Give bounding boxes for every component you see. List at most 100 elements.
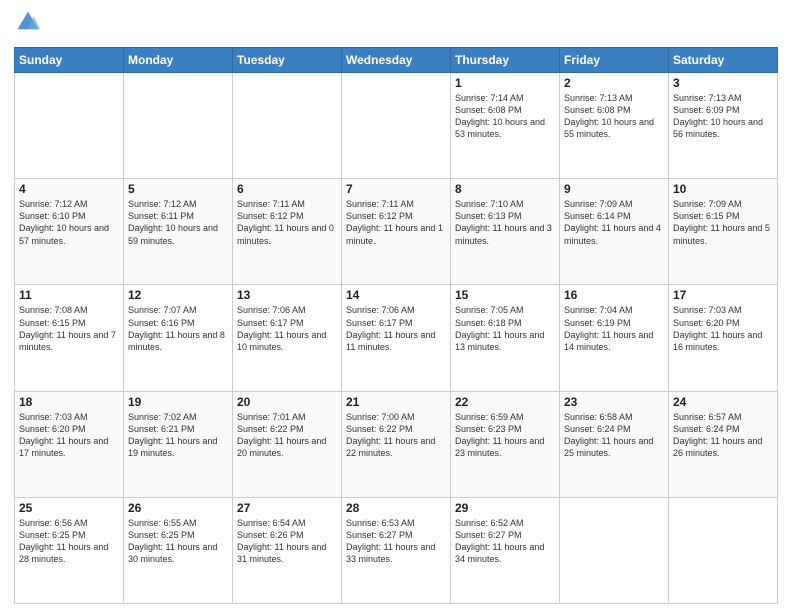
- calendar-cell: 26Sunrise: 6:55 AM Sunset: 6:25 PM Dayli…: [124, 497, 233, 603]
- calendar-cell: 3 Sunrise: 7:13 AM Sunset: 6:09 PM Daylig…: [669, 73, 778, 179]
- logo-icon: [16, 10, 40, 34]
- calendar-cell: 10 Sunrise: 7:09 AM Sunset: 6:15 PM Dayli…: [669, 179, 778, 285]
- calendar-cell: 16 Sunrise: 7:04 AM Sunset: 6:19 PM Dayli…: [560, 285, 669, 391]
- day-number: 24: [673, 395, 773, 409]
- weekday-header-sunday: Sunday: [15, 48, 124, 73]
- week-row-3: 11 Sunrise: 7:08 AM Sunset: 6:15 PM Dayli…: [15, 285, 778, 391]
- day-info: Sunrise: 7:01 AM Sunset: 6:22 PM Dayligh…: [237, 411, 337, 460]
- weekday-header-row: SundayMondayTuesdayWednesdayThursdayFrid…: [15, 48, 778, 73]
- calendar-cell: 15Sunrise: 7:05 AM Sunset: 6:18 PM Dayli…: [451, 285, 560, 391]
- day-info: Sunrise: 7:03 AM Sunset: 6:20 PM Dayligh…: [19, 411, 119, 460]
- day-info: Sunrise: 6:56 AM Sunset: 6:25 PM Dayligh…: [19, 517, 119, 566]
- calendar-cell: [15, 73, 124, 179]
- calendar-cell: 25 Sunrise: 6:56 AM Sunset: 6:25 PM Dayli…: [15, 497, 124, 603]
- day-number: 2: [564, 76, 664, 90]
- calendar-cell: 7Sunrise: 7:11 AM Sunset: 6:12 PM Daylig…: [342, 179, 451, 285]
- day-number: 19: [128, 395, 228, 409]
- day-number: 5: [128, 182, 228, 196]
- day-info: Sunrise: 6:57 AM Sunset: 6:24 PM Dayligh…: [673, 411, 773, 460]
- calendar-cell: 14 Sunrise: 7:06 AM Sunset: 6:17 PM Dayli…: [342, 285, 451, 391]
- day-info: Sunrise: 7:02 AM Sunset: 6:21 PM Dayligh…: [128, 411, 228, 460]
- day-info: Sunrise: 7:09 AM Sunset: 6:14 PM Dayligh…: [564, 198, 664, 247]
- day-number: 9: [564, 182, 664, 196]
- weekday-header-friday: Friday: [560, 48, 669, 73]
- calendar-cell: 13 Sunrise: 7:06 AM Sunset: 6:17 PM Dayli…: [233, 285, 342, 391]
- calendar-cell: 2 Sunrise: 7:13 AM Sunset: 6:08 PM Daylig…: [560, 73, 669, 179]
- weekday-header-monday: Monday: [124, 48, 233, 73]
- day-number: 1: [455, 76, 555, 90]
- calendar-cell: 4Sunrise: 7:12 AM Sunset: 6:10 PM Daylig…: [15, 179, 124, 285]
- day-info: Sunrise: 7:08 AM Sunset: 6:15 PM Dayligh…: [19, 304, 119, 353]
- day-number: 8: [455, 182, 555, 196]
- day-info: Sunrise: 7:06 AM Sunset: 6:17 PM Dayligh…: [237, 304, 337, 353]
- page: SundayMondayTuesdayWednesdayThursdayFrid…: [0, 0, 792, 612]
- day-number: 11: [19, 288, 119, 302]
- day-number: 12: [128, 288, 228, 302]
- day-number: 21: [346, 395, 446, 409]
- logo: [14, 10, 42, 41]
- day-number: 16: [564, 288, 664, 302]
- calendar-cell: 29 Sunrise: 6:52 AM Sunset: 6:27 PM Dayli…: [451, 497, 560, 603]
- header: [14, 10, 778, 41]
- day-info: Sunrise: 7:13 AM Sunset: 6:08 PM Dayligh…: [564, 92, 664, 141]
- calendar-cell: 11 Sunrise: 7:08 AM Sunset: 6:15 PM Dayli…: [15, 285, 124, 391]
- day-info: Sunrise: 7:14 AM Sunset: 6:08 PM Dayligh…: [455, 92, 555, 141]
- day-info: Sunrise: 6:59 AM Sunset: 6:23 PM Dayligh…: [455, 411, 555, 460]
- calendar-cell: 20 Sunrise: 7:01 AM Sunset: 6:22 PM Dayli…: [233, 391, 342, 497]
- day-number: 27: [237, 501, 337, 515]
- calendar-cell: 18 Sunrise: 7:03 AM Sunset: 6:20 PM Dayli…: [15, 391, 124, 497]
- day-info: Sunrise: 7:13 AM Sunset: 6:09 PM Dayligh…: [673, 92, 773, 141]
- day-number: 18: [19, 395, 119, 409]
- calendar-cell: 19 Sunrise: 7:02 AM Sunset: 6:21 PM Dayli…: [124, 391, 233, 497]
- weekday-header-wednesday: Wednesday: [342, 48, 451, 73]
- day-info: Sunrise: 7:09 AM Sunset: 6:15 PM Dayligh…: [673, 198, 773, 247]
- day-number: 29: [455, 501, 555, 515]
- week-row-5: 25 Sunrise: 6:56 AM Sunset: 6:25 PM Dayli…: [15, 497, 778, 603]
- day-info: Sunrise: 7:05 AM Sunset: 6:18 PM Dayligh…: [455, 304, 555, 353]
- day-number: 6: [237, 182, 337, 196]
- calendar-cell: 28Sunrise: 6:53 AM Sunset: 6:27 PM Dayli…: [342, 497, 451, 603]
- calendar-cell: 6 Sunrise: 7:11 AM Sunset: 6:12 PM Daylig…: [233, 179, 342, 285]
- day-number: 25: [19, 501, 119, 515]
- day-number: 4: [19, 182, 119, 196]
- weekday-header-saturday: Saturday: [669, 48, 778, 73]
- calendar-cell: 24 Sunrise: 6:57 AM Sunset: 6:24 PM Dayli…: [669, 391, 778, 497]
- calendar-cell: 21 Sunrise: 7:00 AM Sunset: 6:22 PM Dayli…: [342, 391, 451, 497]
- day-info: Sunrise: 6:54 AM Sunset: 6:26 PM Dayligh…: [237, 517, 337, 566]
- day-info: Sunrise: 7:03 AM Sunset: 6:20 PM Dayligh…: [673, 304, 773, 353]
- day-info: Sunrise: 7:11 AM Sunset: 6:12 PM Dayligh…: [237, 198, 337, 247]
- day-info: Sunrise: 7:10 AM Sunset: 6:13 PM Dayligh…: [455, 198, 555, 247]
- day-info: Sunrise: 6:52 AM Sunset: 6:27 PM Dayligh…: [455, 517, 555, 566]
- calendar-cell: 1 Sunrise: 7:14 AM Sunset: 6:08 PM Daylig…: [451, 73, 560, 179]
- week-row-2: 4Sunrise: 7:12 AM Sunset: 6:10 PM Daylig…: [15, 179, 778, 285]
- day-number: 13: [237, 288, 337, 302]
- day-info: Sunrise: 7:11 AM Sunset: 6:12 PM Dayligh…: [346, 198, 446, 247]
- day-info: Sunrise: 7:12 AM Sunset: 6:11 PM Dayligh…: [128, 198, 228, 247]
- calendar-cell: 22Sunrise: 6:59 AM Sunset: 6:23 PM Dayli…: [451, 391, 560, 497]
- day-info: Sunrise: 7:00 AM Sunset: 6:22 PM Dayligh…: [346, 411, 446, 460]
- calendar-cell: 27 Sunrise: 6:54 AM Sunset: 6:26 PM Dayli…: [233, 497, 342, 603]
- calendar-cell: [669, 497, 778, 603]
- weekday-header-tuesday: Tuesday: [233, 48, 342, 73]
- calendar-cell: 17 Sunrise: 7:03 AM Sunset: 6:20 PM Dayli…: [669, 285, 778, 391]
- day-number: 14: [346, 288, 446, 302]
- day-number: 28: [346, 501, 446, 515]
- week-row-1: 1 Sunrise: 7:14 AM Sunset: 6:08 PM Daylig…: [15, 73, 778, 179]
- calendar-cell: [124, 73, 233, 179]
- calendar-cell: [233, 73, 342, 179]
- day-info: Sunrise: 7:04 AM Sunset: 6:19 PM Dayligh…: [564, 304, 664, 353]
- day-number: 17: [673, 288, 773, 302]
- day-number: 10: [673, 182, 773, 196]
- day-number: 20: [237, 395, 337, 409]
- calendar-cell: [342, 73, 451, 179]
- day-info: Sunrise: 7:07 AM Sunset: 6:16 PM Dayligh…: [128, 304, 228, 353]
- day-number: 23: [564, 395, 664, 409]
- calendar-cell: 23Sunrise: 6:58 AM Sunset: 6:24 PM Dayli…: [560, 391, 669, 497]
- day-info: Sunrise: 7:06 AM Sunset: 6:17 PM Dayligh…: [346, 304, 446, 353]
- day-info: Sunrise: 6:55 AM Sunset: 6:25 PM Dayligh…: [128, 517, 228, 566]
- calendar-cell: 12 Sunrise: 7:07 AM Sunset: 6:16 PM Dayli…: [124, 285, 233, 391]
- week-row-4: 18 Sunrise: 7:03 AM Sunset: 6:20 PM Dayli…: [15, 391, 778, 497]
- calendar-table: SundayMondayTuesdayWednesdayThursdayFrid…: [14, 47, 778, 604]
- day-number: 3: [673, 76, 773, 90]
- calendar-cell: 8 Sunrise: 7:10 AM Sunset: 6:13 PM Daylig…: [451, 179, 560, 285]
